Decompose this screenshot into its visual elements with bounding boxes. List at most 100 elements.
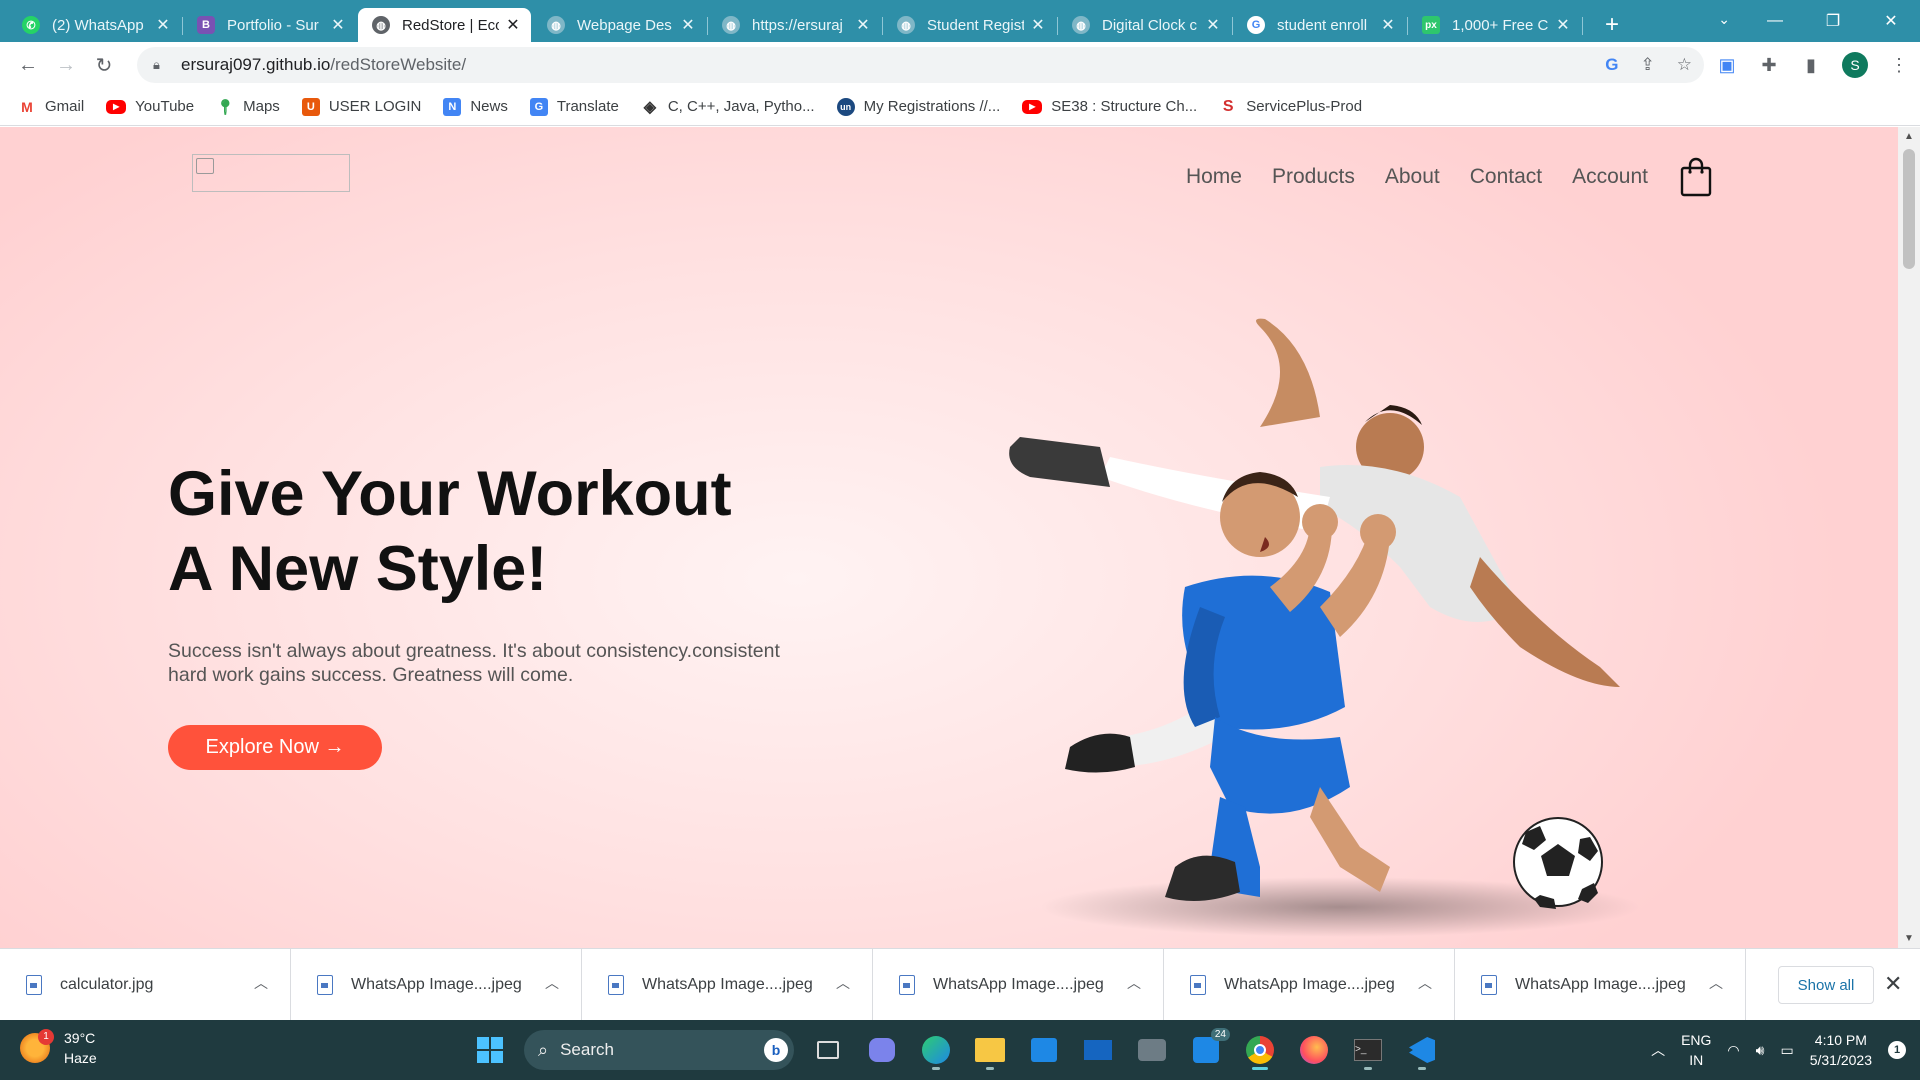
nav-contact[interactable]: Contact [1470,165,1542,189]
close-tab-icon[interactable]: ✕ [1030,15,1046,35]
chevron-up-icon[interactable]: ︿ [1709,973,1723,993]
extensions-icon[interactable]: ✚ [1758,54,1780,76]
mail-icon[interactable] [1078,1030,1118,1070]
close-tab-icon[interactable]: ✕ [330,15,346,35]
reload-icon[interactable]: ↻ [88,49,120,81]
tab-whatsapp[interactable]: ✆ (2) WhatsApp ✕ [8,8,183,42]
minimize-icon[interactable]: — [1746,12,1804,30]
bookmark-serviceplus[interactable]: S ServicePlus-Prod [1219,97,1362,116]
search-icon: ⌕ [538,1039,549,1060]
download-item[interactable]: WhatsApp Image....jpeg ︿ [291,948,582,1021]
task-view-icon[interactable] [808,1030,848,1070]
wifi-icon[interactable]: ◠ [1727,1042,1739,1059]
tab-student-enroll[interactable]: G student enroll ✕ [1233,8,1408,42]
bookmark-star-icon[interactable]: ☆ [1677,55,1692,75]
download-item[interactable]: WhatsApp Image....jpeg ︿ [873,948,1164,1021]
nav-about[interactable]: About [1385,165,1440,189]
show-hidden-icons-icon[interactable]: ︿ [1651,1040,1665,1060]
bookmark-youtube[interactable]: ▶ YouTube [106,98,194,115]
chevron-up-icon[interactable]: ︿ [836,973,850,993]
weather-widget[interactable]: 1 39°C Haze [20,1028,97,1068]
site-logo-broken-image[interactable] [192,154,350,192]
share-icon[interactable]: ⇪ [1641,55,1655,75]
explore-now-button[interactable]: Explore Now → [168,725,382,770]
download-item[interactable]: calculator.jpg ︿ [0,948,291,1021]
chevron-up-icon[interactable]: ︿ [1418,973,1432,993]
tab-student-registration[interactable]: ◍ Student Regist ✕ [883,8,1058,42]
language-indicator[interactable]: ENG IN [1681,1030,1711,1070]
vscode-icon[interactable] [1402,1030,1442,1070]
tab-digital-clock[interactable]: ◍ Digital Clock c ✕ [1058,8,1233,42]
bootstrap-icon: B [197,16,215,34]
bookmark-maps[interactable]: 📍︎ Maps [216,97,280,116]
show-all-downloads-button[interactable]: Show all [1778,966,1874,1004]
tab-webpage-design[interactable]: ◍ Webpage Des ✕ [533,8,708,42]
close-tab-icon[interactable]: ✕ [1555,15,1571,35]
phone-link-icon[interactable]: 24 [1186,1028,1230,1070]
taskbar-search[interactable]: ⌕ Search b [524,1030,794,1070]
close-downloads-icon[interactable]: ✕ [1884,971,1902,997]
bing-icon[interactable]: b [764,1038,788,1062]
url-text[interactable]: ersuraj097.github.io/redStoreWebsite/ [181,55,466,75]
teams-chat-icon[interactable] [862,1030,902,1070]
microsoft-store-icon[interactable] [1024,1030,1064,1070]
scrollbar-thumb[interactable] [1903,149,1915,269]
terminal-icon[interactable]: >_ [1348,1030,1388,1070]
tab-redstore[interactable]: ◍ RedStore | Eco ✕ [358,8,531,42]
nav-products[interactable]: Products [1272,165,1355,189]
tab-pixabay[interactable]: px 1,000+ Free C ✕ [1408,8,1583,42]
notification-badge[interactable]: 1 [1888,1041,1906,1059]
side-panel-icon[interactable]: ▮ [1800,54,1822,76]
bookmark-code[interactable]: ◈ C, C++, Java, Pytho... [640,97,815,116]
bookmark-user-login[interactable]: U USER LOGIN [301,97,421,116]
volume-icon[interactable]: 🔊︎ [1756,1042,1765,1059]
close-tab-icon[interactable]: ✕ [855,15,871,35]
edge-icon[interactable] [916,1030,956,1070]
forward-icon[interactable]: → [50,49,82,81]
tab-portfolio[interactable]: B Portfolio - Sur ✕ [183,8,356,42]
close-tab-icon[interactable]: ✕ [1380,15,1396,35]
tab-ersuraj[interactable]: ◍ https://ersuraj ✕ [708,8,883,42]
scroll-up-icon[interactable]: ▲ [1898,131,1920,142]
download-item[interactable]: WhatsApp Image....jpeg ︿ [582,948,873,1021]
bookmark-my-registrations[interactable]: un My Registrations //... [836,97,1000,116]
new-tab-button[interactable]: + [1597,8,1627,42]
bookmark-translate[interactable]: G Translate [529,97,619,116]
scroll-down-icon[interactable]: ▼ [1898,933,1920,944]
file-explorer-icon[interactable] [970,1030,1010,1070]
download-item[interactable]: WhatsApp Image....jpeg ︿ [1455,948,1746,1021]
camera-icon[interactable] [1132,1030,1172,1070]
close-tab-icon[interactable]: ✕ [1205,15,1221,35]
lock-icon[interactable]: 🔒︎ [153,57,167,73]
address-bar[interactable]: 🔒︎ ersuraj097.github.io/redStoreWebsite/… [137,47,1704,83]
restore-icon[interactable]: ❐ [1804,11,1862,31]
close-tab-icon[interactable]: ✕ [505,15,521,35]
firefox-icon[interactable] [1294,1030,1334,1070]
shopping-bag-icon[interactable] [1680,157,1712,197]
bookmark-gmail[interactable]: M Gmail [18,97,84,116]
bookmark-se38[interactable]: ▶ SE38 : Structure Ch... [1022,98,1197,115]
clock[interactable]: 4:10 PM 5/31/2023 [1810,1030,1872,1070]
tab-search-icon[interactable]: ⌄ [1718,0,1730,38]
start-button[interactable] [470,1030,510,1070]
close-tab-icon[interactable]: ✕ [155,15,171,35]
battery-icon[interactable]: ▭ [1780,1042,1793,1059]
google-lens-icon[interactable]: G [1605,55,1618,75]
weather-condition: Haze [64,1050,97,1066]
back-icon[interactable]: ← [12,49,44,81]
chrome-icon[interactable] [1240,1030,1280,1070]
menu-kebab-icon[interactable]: ⋮ [1888,54,1910,76]
translate-extension-icon[interactable]: ▣ [1716,54,1738,76]
gmail-icon: M [18,97,36,116]
page-scrollbar[interactable]: ▲ ▼ [1898,127,1920,948]
chevron-up-icon[interactable]: ︿ [254,973,268,993]
chevron-up-icon[interactable]: ︿ [1127,973,1141,993]
close-window-icon[interactable]: ✕ [1862,11,1920,31]
nav-home[interactable]: Home [1186,165,1242,189]
profile-avatar[interactable]: S [1842,52,1868,78]
download-item[interactable]: WhatsApp Image....jpeg ︿ [1164,948,1455,1021]
chevron-up-icon[interactable]: ︿ [545,973,559,993]
nav-account[interactable]: Account [1572,165,1648,189]
bookmark-news[interactable]: N News [443,97,508,116]
close-tab-icon[interactable]: ✕ [680,15,696,35]
